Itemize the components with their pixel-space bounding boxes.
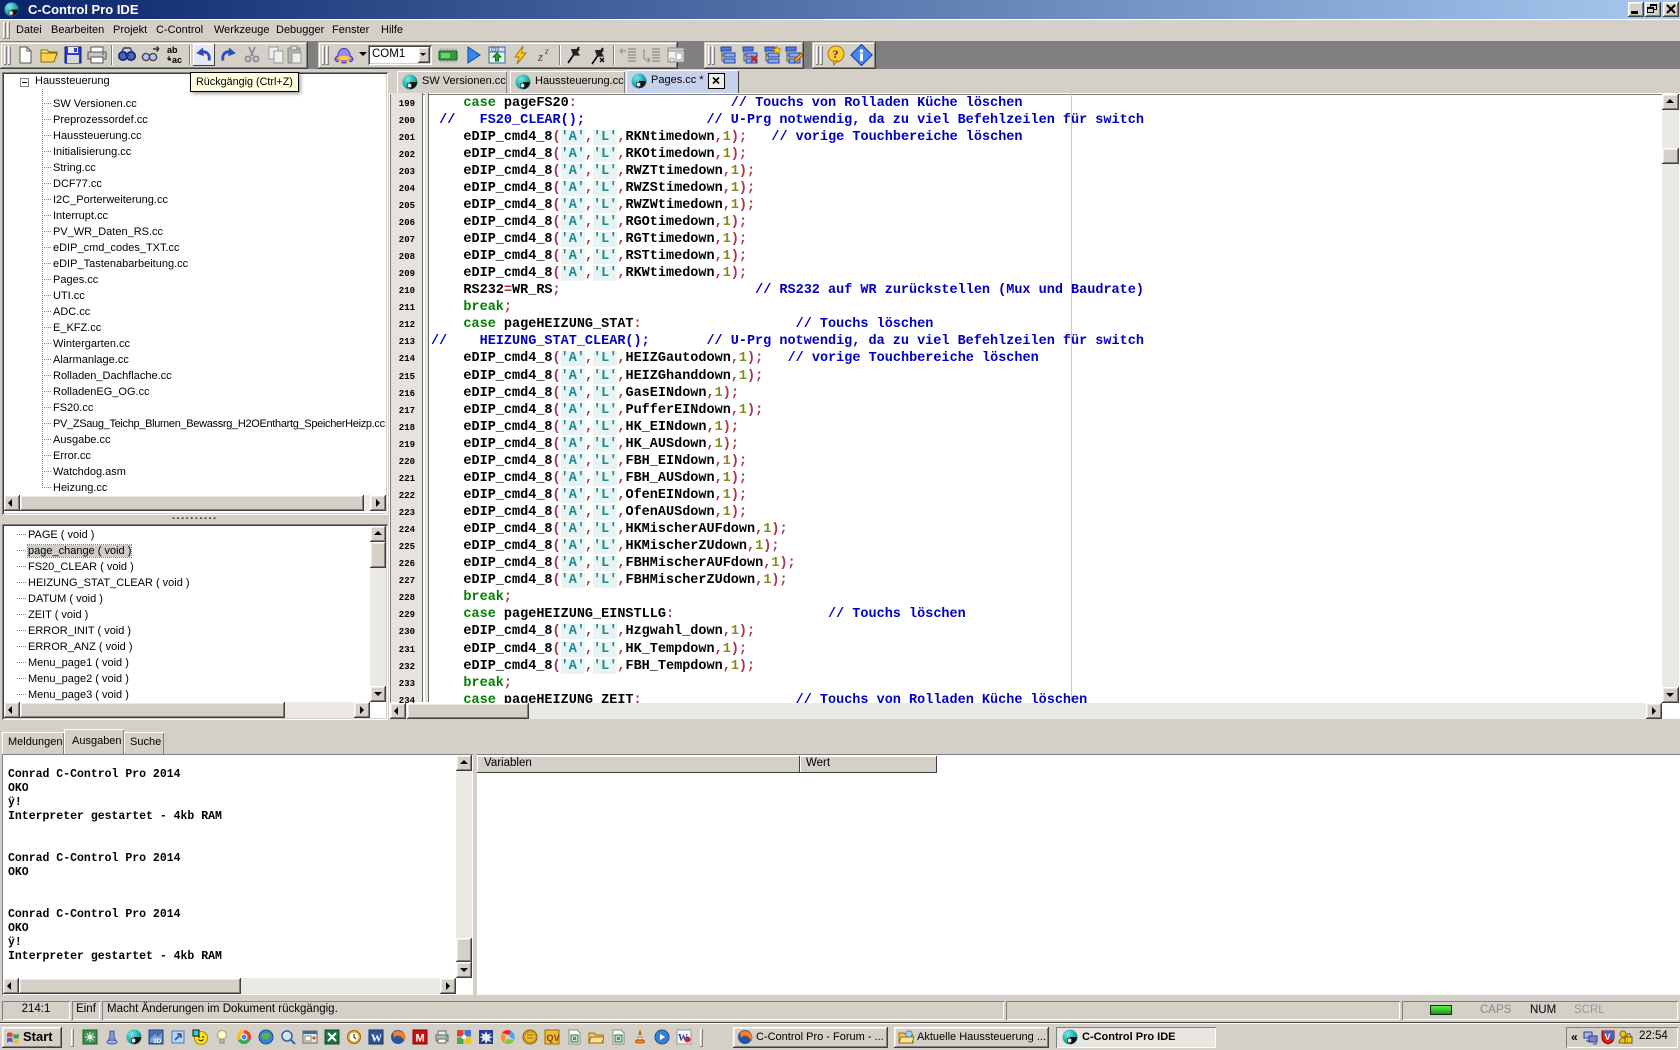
- svg-text:?: ?: [833, 47, 839, 61]
- svg-text:010: 010: [491, 48, 500, 54]
- svg-text:QV: QV: [547, 1033, 560, 1043]
- svg-text:!: !: [1627, 1039, 1628, 1045]
- svg-text:ac: ac: [172, 55, 182, 65]
- svg-text:3D: 3D: [153, 1038, 162, 1045]
- svg-text:V: V: [1605, 1032, 1611, 1042]
- svg-text:z: z: [544, 46, 549, 56]
- svg-text:W: W: [371, 1033, 382, 1045]
- svg-text:M: M: [416, 1033, 425, 1045]
- svg-text:z: z: [537, 49, 543, 64]
- svg-text:ab: ab: [167, 45, 178, 55]
